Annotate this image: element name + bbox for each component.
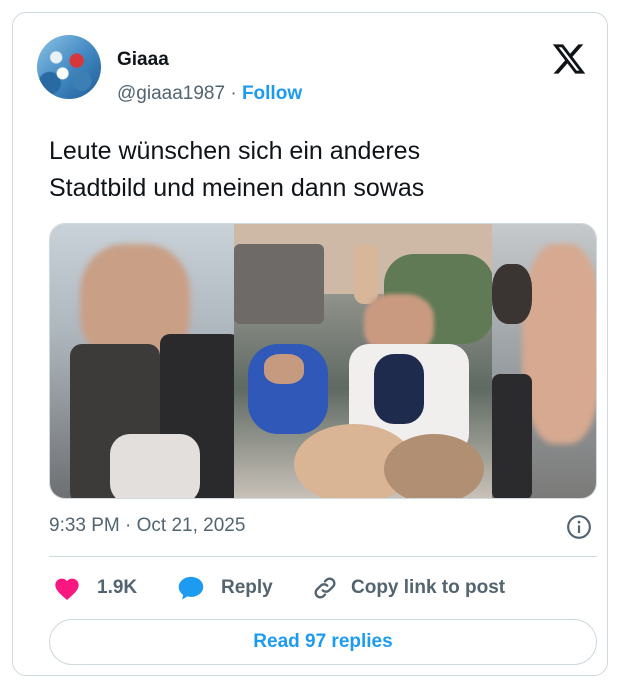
action-bar: 1.9K Reply Copy link to post bbox=[49, 571, 597, 605]
tweet-text-line: Stadtbild und meinen dann sowas bbox=[49, 174, 425, 202]
tweet-card: Giaaa @giaaa1987 · Follow Leute wünschen… bbox=[12, 12, 608, 676]
timestamp[interactable]: 9:33 PM · Oct 21, 2025 bbox=[49, 515, 245, 537]
media-frame-left bbox=[50, 224, 240, 498]
x-logo-icon[interactable] bbox=[551, 41, 587, 77]
author-handle-row: @giaaa1987 · Follow bbox=[117, 83, 302, 105]
copy-link-label: Copy link to post bbox=[351, 577, 506, 598]
info-icon[interactable] bbox=[566, 514, 592, 540]
tweet-text: Leute wünschen sich ein anderes Stadtbil… bbox=[49, 133, 589, 207]
heart-icon bbox=[55, 578, 79, 601]
copy-link-button[interactable]: Copy link to post bbox=[311, 571, 505, 605]
read-replies-button[interactable]: Read 97 replies bbox=[49, 619, 597, 665]
video-thumbnail[interactable] bbox=[49, 223, 597, 499]
divider bbox=[49, 556, 597, 557]
like-button[interactable]: 1.9K bbox=[53, 571, 137, 605]
avatar[interactable] bbox=[37, 35, 101, 99]
reply-label: Reply bbox=[221, 577, 273, 598]
tweet-text-line: Leute wünschen sich ein anderes bbox=[49, 137, 421, 165]
handle-separator: · bbox=[230, 83, 237, 104]
author-handle[interactable]: @giaaa1987 bbox=[117, 83, 225, 104]
author-name[interactable]: Giaaa bbox=[117, 49, 169, 71]
reply-bubble-icon bbox=[178, 576, 204, 600]
media-frame-center bbox=[234, 224, 494, 498]
link-icon bbox=[314, 577, 336, 599]
like-count: 1.9K bbox=[97, 577, 138, 598]
reply-button[interactable]: Reply bbox=[177, 571, 273, 605]
follow-link[interactable]: Follow bbox=[242, 83, 302, 104]
media-frame-right bbox=[492, 224, 596, 498]
